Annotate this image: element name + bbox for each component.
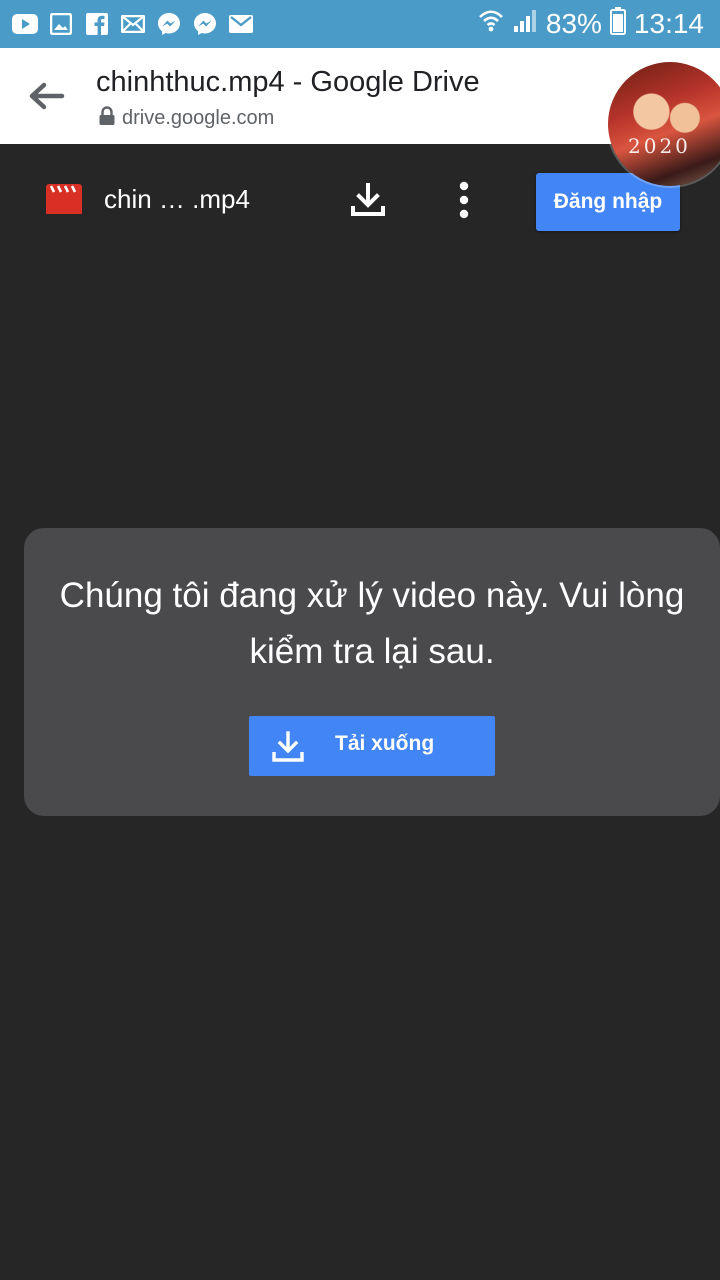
avatar-text: 2020 xyxy=(628,134,691,158)
download-file-button[interactable]: Tải xuống xyxy=(249,716,495,776)
download-button[interactable] xyxy=(348,180,388,220)
status-bar: 83% 13:14 xyxy=(0,0,720,48)
processing-message-card: Chúng tôi đang xử lý video này. Vui lòng… xyxy=(24,528,720,816)
gallery-icon xyxy=(48,11,74,37)
email-icon xyxy=(120,11,146,37)
messenger-icon xyxy=(156,11,182,37)
status-indicators: 83% 13:14 xyxy=(478,0,704,48)
battery-icon xyxy=(609,6,626,42)
notification-icons xyxy=(12,10,254,38)
youtube-icon xyxy=(12,11,38,37)
signal-icon xyxy=(512,8,538,41)
url-text: drive.google.com xyxy=(122,107,275,129)
back-button[interactable] xyxy=(26,76,70,116)
download-file-label: Tải xuống xyxy=(335,732,435,755)
chat-head-avatar[interactable]: 2020 xyxy=(608,62,720,186)
arrow-back-icon xyxy=(29,82,65,110)
file-type xyxy=(46,184,82,214)
facebook-icon xyxy=(84,11,110,37)
video-file-icon xyxy=(46,184,82,214)
wifi-icon xyxy=(478,8,504,41)
url-display[interactable]: drive.google.com xyxy=(98,106,274,131)
page-title: chinhthuc.mp4 - Google Drive xyxy=(96,66,480,98)
mail-icon xyxy=(228,11,254,37)
download-icon xyxy=(351,183,385,216)
battery-percent: 83% xyxy=(545,8,602,39)
file-name: chin … .mp4 xyxy=(104,184,250,214)
lock-icon xyxy=(98,106,116,131)
processing-message: Chúng tôi đang xử lý video này. Vui lòng… xyxy=(59,576,685,671)
download-icon xyxy=(272,731,304,762)
more-vert-icon xyxy=(459,181,469,219)
messenger-icon xyxy=(192,11,218,37)
clock: 13:14 xyxy=(633,8,704,39)
more-options-button[interactable] xyxy=(446,180,482,220)
